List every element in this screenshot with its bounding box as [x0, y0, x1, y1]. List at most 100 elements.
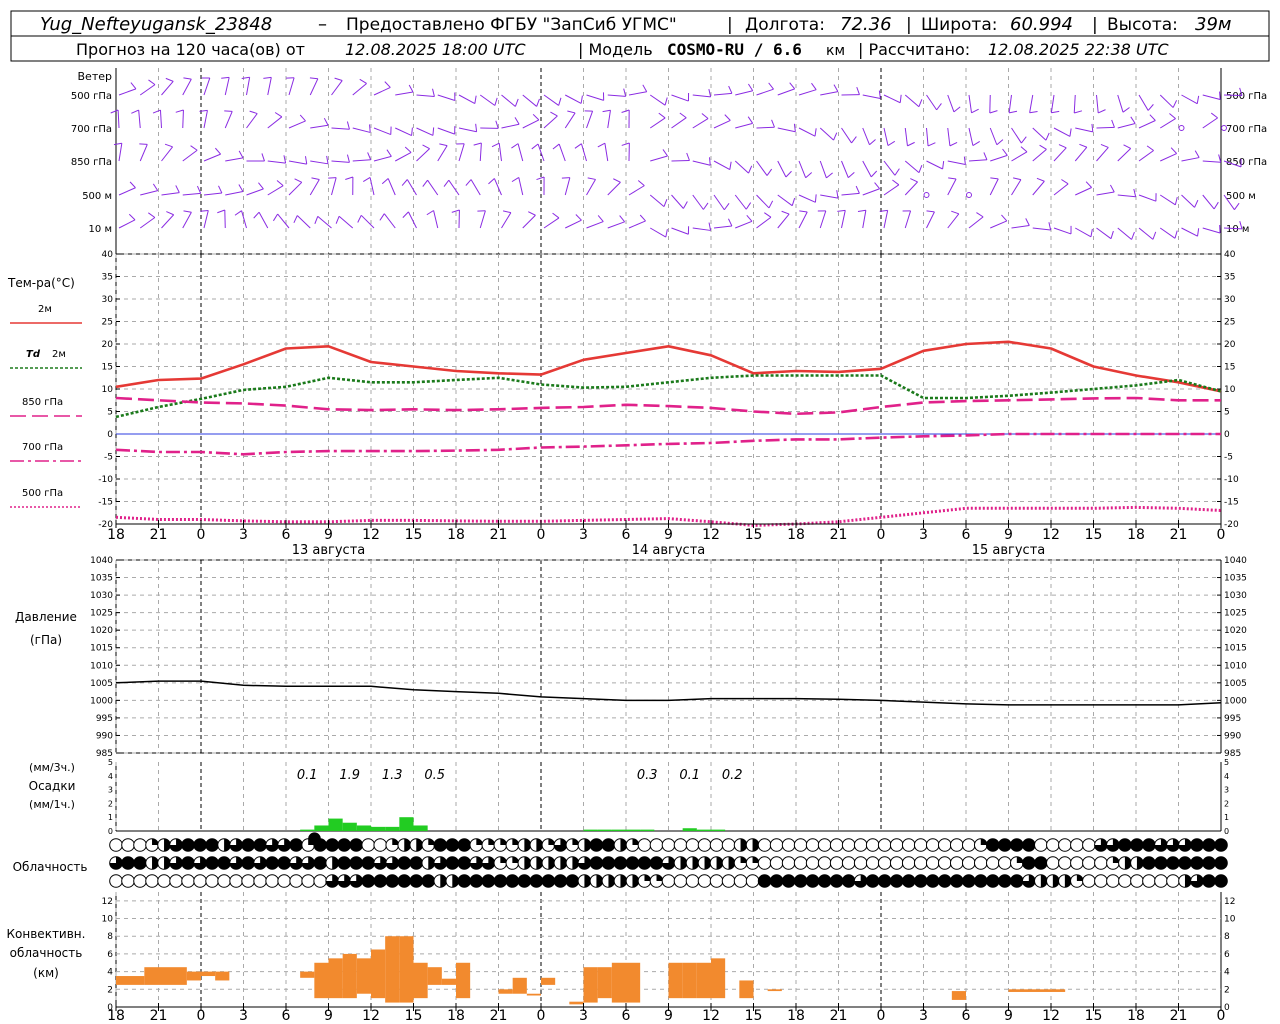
pressure-tick-label-left: 1025: [90, 609, 113, 619]
pressure-tick-label-right: 1010: [1224, 661, 1247, 671]
wind-barb: [841, 210, 846, 229]
wind-barb-feather: [701, 113, 709, 119]
cloud-cover-fill: [638, 856, 651, 870]
wind-barb-feather: [963, 156, 966, 165]
wind-barb-feather: [1169, 113, 1176, 119]
precip-bar: [385, 826, 400, 831]
wind-barb-feather: [1213, 201, 1219, 210]
cloud-cover-fill: [385, 874, 399, 888]
wind-barb: [139, 217, 156, 229]
cloud-cover-symbol: [793, 856, 808, 870]
wind-barb-feather: [747, 116, 754, 124]
time-tick-label: 12: [702, 1008, 720, 1024]
cloud-cover-fill: [614, 856, 627, 870]
cloud-cover-fill: [494, 874, 507, 888]
wind-barb: [904, 127, 908, 146]
wind-barb-feather: [1069, 128, 1072, 137]
wind-barb: [383, 213, 396, 229]
wind-barb: [713, 92, 732, 96]
cloud-cover-fill: [325, 838, 339, 852]
sep-1: |: [727, 15, 733, 35]
pressure-tick-label-right: 995: [1224, 714, 1241, 724]
cloud-cover-fill: [962, 874, 976, 888]
wind-barb-feather: [1051, 110, 1060, 114]
precip-tick-label-right: 2: [1224, 799, 1229, 808]
wind-barb: [246, 188, 264, 196]
wind-barb: [926, 94, 938, 111]
cloud-cover-symbol: [829, 856, 844, 870]
wind-barb-feather: [128, 213, 136, 221]
cloud-cover-fill: [241, 838, 255, 852]
wind-barb: [203, 153, 221, 162]
wind-barb: [373, 155, 392, 162]
temperature-tick-label-left: 25: [102, 318, 113, 328]
lon-value: 72.36: [840, 14, 892, 35]
time-tick-label: 21: [490, 527, 508, 543]
wind-barb: [338, 215, 354, 229]
wind-barb: [841, 160, 849, 178]
lon-label: Долгота:: [745, 15, 825, 35]
cloud-cover-symbol: [649, 838, 664, 852]
precip-bar: [300, 829, 315, 831]
wind-barb: [777, 160, 787, 178]
wind-barb: [565, 94, 582, 104]
cloud-cover-symbol: [1118, 874, 1132, 888]
wind-barb: [458, 143, 465, 162]
model-unit: км: [826, 43, 845, 59]
wind-barb: [1117, 194, 1136, 198]
wind-barb-feather: [200, 210, 209, 212]
wind-barb-feather: [983, 152, 988, 160]
wind-barb: [267, 160, 286, 164]
cloud-cover-fill: [1022, 856, 1036, 870]
wind-barb-feather: [536, 176, 545, 181]
wind-barb-feather: [1174, 230, 1178, 239]
wind-barb: [203, 77, 211, 96]
wind-barb-feather: [1090, 228, 1093, 237]
time-tick-label: 9: [664, 527, 673, 543]
convective-cloud-bar: [526, 993, 541, 996]
wind-barb: [501, 94, 516, 107]
wind-barb-feather: [129, 181, 136, 189]
wind-barb-feather: [190, 145, 198, 151]
cloud-cover-fill: [530, 874, 543, 888]
wind-barb: [671, 194, 684, 209]
time-tick-label: 9: [1004, 527, 1013, 543]
precip-bar: [711, 829, 726, 831]
cloud-cover-symbol: [181, 874, 195, 888]
wind-barb: [517, 143, 524, 162]
wind-barb-feather: [1045, 132, 1050, 141]
wind-barb-feather: [258, 182, 264, 190]
cloud-cover-fill: [361, 856, 375, 870]
wind-barb: [713, 160, 731, 171]
wind-barb-feather: [1219, 91, 1221, 100]
wind-barb-feather: [1091, 123, 1094, 132]
wind-barb-feather: [679, 112, 687, 119]
legend-td-symbol: Td: [26, 349, 41, 360]
wind-barb-feather: [283, 155, 287, 164]
alt-label: Высота:: [1107, 15, 1178, 35]
convective-tick-label-right: 12: [1224, 897, 1235, 907]
wind-barb: [564, 112, 576, 129]
convective-cloud-bar: [385, 936, 400, 1003]
convective-cloud-bar: [682, 962, 697, 999]
convective-cloud-bar: [611, 962, 626, 1003]
wind-barb-feather: [165, 77, 174, 82]
cloud-cover-fill: [217, 856, 231, 870]
wind-barb: [926, 127, 929, 146]
cloud-cover-fill: [277, 856, 291, 870]
wind-barb-feather: [473, 142, 482, 146]
cloud-cover-symbol: [817, 838, 832, 852]
convective-cloud-bar: [427, 967, 442, 985]
cloud-cover-fill: [181, 838, 195, 852]
wind-barb: [479, 94, 496, 106]
cloud-cover-symbol: [865, 838, 880, 852]
temperature-tick-label-left: -10: [98, 475, 113, 485]
wind-barb: [310, 160, 329, 165]
temperature-tick-label-right: 10: [1224, 385, 1236, 395]
time-tick-label: 15: [745, 527, 763, 543]
cloud-cover-symbol: [193, 874, 207, 888]
wind-barb-feather: [491, 142, 500, 148]
wind-barb-feather: [728, 218, 733, 227]
wind-barb-feather: [263, 76, 272, 79]
wind-barb: [288, 77, 295, 96]
